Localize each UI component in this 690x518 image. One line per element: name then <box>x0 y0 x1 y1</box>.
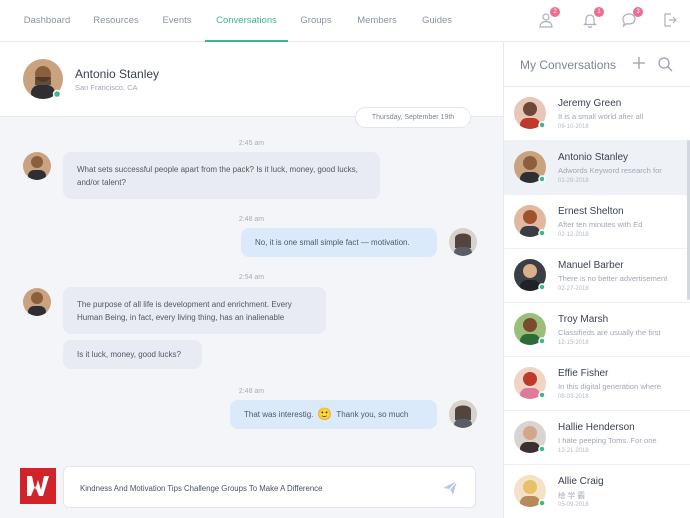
nav-dashboard[interactable]: Dashboard <box>14 0 80 42</box>
search-icon[interactable] <box>657 56 673 72</box>
conversation-name: Ernest Shelton <box>558 206 624 217</box>
nav-events[interactable]: Events <box>152 0 202 42</box>
chat-pane: Antonio Stanley San Francisco, CA Thursd… <box>0 42 503 518</box>
message-bubble-outgoing: That was interestig. 🙂 Thank you, so muc… <box>230 400 437 429</box>
conversation-date: 05-09-2018 <box>558 502 589 508</box>
conversation-name: Allie Craig <box>558 476 604 487</box>
my-avatar <box>449 400 477 428</box>
message-time: 2:45 am <box>238 140 265 147</box>
conversation-avatar <box>514 313 546 345</box>
nav-groups[interactable]: Groups <box>292 0 340 42</box>
conversation-item[interactable]: Jeremy Green It is a small world after al… <box>504 87 690 141</box>
conversations-sidebar: My Conversations Jeremy Green It is a sma… <box>503 42 690 518</box>
brand-logo-icon <box>20 468 56 504</box>
conversation-preview: It is a small world after all <box>558 112 644 121</box>
conversation-preview: Classifieds are usually the first <box>558 328 661 337</box>
chat-header: Antonio Stanley San Francisco, CA <box>0 42 503 117</box>
conversation-avatar <box>514 259 546 291</box>
conversation-date: 12-21-2018 <box>558 448 589 454</box>
message-composer <box>63 466 476 508</box>
contact-avatar[interactable] <box>23 59 63 99</box>
conversation-date: 01-29-2018 <box>558 178 589 184</box>
nav-conversations[interactable]: Conversations <box>205 0 288 42</box>
bell-icon[interactable]: 1 <box>582 7 604 29</box>
send-icon[interactable] <box>441 479 459 497</box>
message-bubble-incoming: The purpose of all life is development a… <box>63 287 326 334</box>
conversation-item[interactable]: Troy Marsh Classifieds are usually the fi… <box>504 303 690 357</box>
conversation-preview: There is no better advertisement <box>558 274 668 283</box>
conversation-preview: 绘 学 霸 <box>558 491 586 500</box>
emoji-smile-icon: 🙂 <box>317 407 333 421</box>
nav-resources[interactable]: Resources <box>84 0 148 42</box>
conversation-item[interactable]: Effie Fisher In this digital generation w… <box>504 357 690 411</box>
message-input[interactable] <box>80 480 420 496</box>
conversation-date: 09-10-2018 <box>558 124 589 130</box>
message-time: 2:48 am <box>238 388 265 395</box>
conversation-item[interactable]: Ernest Shelton After ten minutes with Ed 0… <box>504 195 690 249</box>
conversation-item[interactable]: Antonio Stanley Adwords Keyword research … <box>504 141 690 195</box>
conversation-avatar <box>514 367 546 399</box>
conversation-date: 08-03-2018 <box>558 394 589 400</box>
nav-members[interactable]: Members <box>350 0 404 42</box>
message-bubble-incoming: What sets successful people apart from t… <box>63 152 380 199</box>
conversation-avatar <box>514 151 546 183</box>
conversation-name: Antonio Stanley <box>558 152 629 163</box>
plus-icon[interactable] <box>632 56 646 70</box>
conversation-preview: I hate peeping Toms. For one <box>558 436 657 445</box>
logout-icon[interactable] <box>662 12 678 28</box>
users-badge: 2 <box>550 7 560 17</box>
conversation-avatar <box>514 205 546 237</box>
conversation-date: 12-15-2018 <box>558 340 589 346</box>
conversation-name: Effie Fisher <box>558 368 609 379</box>
conversation-item[interactable]: Hallie Henderson I hate peeping Toms. For… <box>504 411 690 465</box>
conversation-preview: In this digital generation where <box>558 382 662 391</box>
message-time: 2:48 am <box>238 216 265 223</box>
chat-icon[interactable]: 3 <box>621 7 643 28</box>
top-navigation-bar: Dashboard Resources Events Conversations… <box>0 0 690 42</box>
message-text: That was interestig. <box>244 410 314 419</box>
chat-badge: 3 <box>633 7 643 17</box>
sender-avatar <box>23 288 51 316</box>
conversation-preview: Adwords Keyword research for <box>558 166 662 175</box>
message-bubble-incoming: Is it luck, money, good lucks? <box>63 340 202 369</box>
users-icon[interactable]: 2 <box>538 7 560 28</box>
message-time: 2:54 am <box>238 274 265 281</box>
conversation-name: Jeremy Green <box>558 98 622 109</box>
conversation-name: Hallie Henderson <box>558 422 635 433</box>
contact-location: San Francisco, CA <box>75 83 138 92</box>
conversation-avatar <box>514 97 546 129</box>
contact-name: Antonio Stanley <box>75 67 160 81</box>
conversation-item[interactable]: Manuel Barber There is no better advertis… <box>504 249 690 303</box>
conversation-item[interactable]: Allie Craig 绘 学 霸 05-09-2018 <box>504 465 690 518</box>
conversation-preview: After ten minutes with Ed <box>558 220 643 229</box>
date-divider: Thursday, September 19th <box>355 107 471 128</box>
nav-guides[interactable]: Guides <box>414 0 460 42</box>
my-avatar <box>449 228 477 256</box>
conversation-name: Manuel Barber <box>558 260 624 271</box>
sender-avatar <box>23 152 51 180</box>
conversation-name: Troy Marsh <box>558 314 609 325</box>
conversation-date: 02-12-2018 <box>558 232 589 238</box>
sidebar-header: My Conversations <box>504 42 690 87</box>
bell-badge: 1 <box>594 7 604 17</box>
message-bubble-outgoing: No, it is one small simple fact — motiva… <box>241 228 437 257</box>
conversation-avatar <box>514 421 546 453</box>
message-text: Thank you, so much <box>336 410 409 419</box>
conversation-avatar <box>514 475 546 507</box>
sidebar-title: My Conversations <box>520 58 617 72</box>
conversation-date: 02-27-2018 <box>558 286 589 292</box>
